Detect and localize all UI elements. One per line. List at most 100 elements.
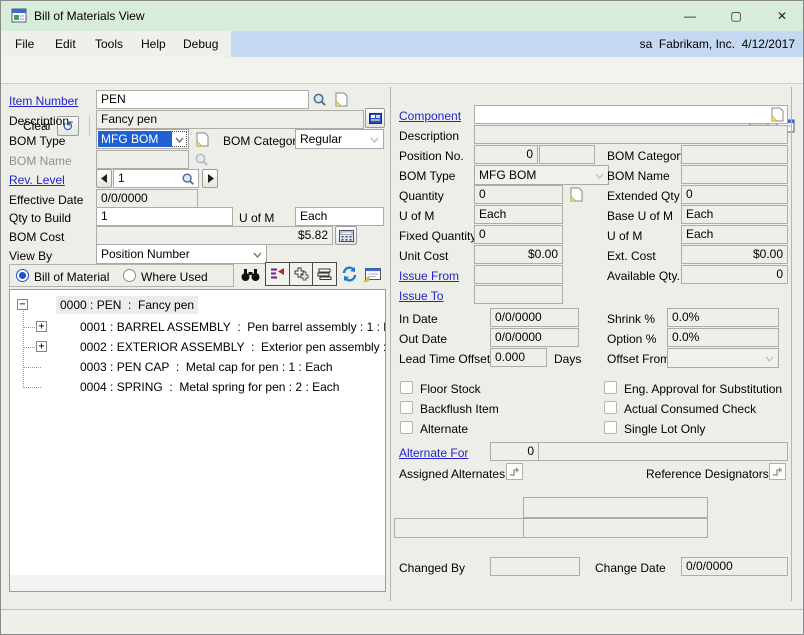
rev-level-lookup-button[interactable] [179,170,197,187]
actual-consumed-label[interactable]: Actual Consumed Check [624,401,756,417]
menu-help[interactable]: Help [135,31,172,57]
alternate-checkbox[interactable] [400,421,413,434]
expand-all-button[interactable] [290,263,314,285]
single-lot-only-label[interactable]: Single Lot Only [624,421,705,437]
option-field: 0.0% [667,328,779,347]
component-field[interactable] [474,105,788,124]
quantity-note-button[interactable] [566,185,586,204]
menu-tools[interactable]: Tools [89,31,129,57]
uofm-field: Each [295,207,384,226]
description-label: Description [9,113,69,129]
collapse-all-button[interactable] [313,263,336,285]
bill-of-material-radio[interactable] [16,269,29,282]
actual-consumed-checkbox[interactable] [604,401,617,414]
menu-debug[interactable]: Debug [177,31,224,57]
arrow-right-icon [207,174,214,183]
goto-component-button[interactable] [266,263,290,285]
minimize-button[interactable]: — [667,1,713,30]
effective-date-field: 0/0/0000 [96,189,198,208]
item-number-link[interactable]: Item Number [9,93,78,109]
rev-level-next-button[interactable] [202,169,218,188]
uofm2-field: Each [681,225,788,244]
qty-to-build-field[interactable]: 1 [96,207,233,226]
tree-item-1[interactable]: 0001 : BARREL ASSEMBLY : Pen barrel asse… [80,318,386,336]
menu-bar: File Edit Tools Help Debug sa Fabrikam, … [1,31,803,58]
menu-edit[interactable]: Edit [49,31,82,57]
alternate-label[interactable]: Alternate [420,421,468,437]
close-button[interactable]: ✕ [759,1,804,30]
issue-to-link[interactable]: Issue To [399,288,443,304]
rev-level-prev-button[interactable] [96,169,112,188]
single-lot-only-checkbox[interactable] [604,421,617,434]
component-bom-category-label: BOM Category [607,148,686,164]
tree-note-button[interactable] [361,264,383,284]
ext-cost-field: $0.00 [681,245,788,264]
maximize-button[interactable]: ▢ [713,1,759,30]
eng-approval-checkbox[interactable] [604,381,617,394]
tree-item-root[interactable]: 0000 : PEN : Fancy pen [56,296,198,314]
bill-of-material-radio-label[interactable]: Bill of Material [34,269,109,285]
item-number-field[interactable]: PEN [96,90,309,109]
item-number-lookup-button[interactable] [309,90,330,109]
issue-from-link[interactable]: Issue From [399,268,459,284]
effective-date-label: Effective Date [9,192,83,208]
view-by-value: Position Number [101,247,190,261]
backflush-item-checkbox[interactable] [400,401,413,414]
where-used-radio-label[interactable]: Where Used [141,269,208,285]
description-expansion-button[interactable] [365,108,385,128]
bom-type-dropdown[interactable]: MFG BOM [96,129,189,149]
chevron-down-icon [253,252,262,258]
menu-file[interactable]: File [9,31,40,57]
tree-connector [23,387,41,389]
base-uofm-field: Each [681,205,788,224]
tree-expander-1[interactable]: + [36,321,47,332]
tree-item-2[interactable]: 0002 : EXTERIOR ASSEMBLY : Exterior pen … [80,338,386,356]
tree-item-4[interactable]: 0004 : SPRING : Metal spring for pen : 2… [80,378,339,396]
floor-stock-checkbox[interactable] [400,381,413,394]
refresh-button[interactable] [339,264,359,284]
window-zoom-icon [369,113,382,124]
extended-qty-label: Extended Qty [607,188,680,204]
changed-by-label: Changed By [399,560,465,576]
component-note-button[interactable] [767,105,787,124]
tree-expander-2[interactable]: + [36,341,47,352]
lead-time-offset-field: 0.000 [490,348,547,367]
shrink-field: 0.0% [667,308,779,327]
eng-approval-label[interactable]: Eng. Approval for Substitution [624,381,782,397]
view-by-dropdown[interactable]: Position Number [96,244,267,264]
floor-stock-label[interactable]: Floor Stock [420,381,481,397]
bottom-bar: by Item Number ? [1,609,803,635]
minimize-icon: — [684,9,696,23]
assigned-alternates-expansion-button[interactable] [506,463,523,480]
alternate-for-item-field [538,442,788,461]
reference-designators-expansion-button[interactable] [769,463,786,480]
component-description-field [474,125,788,144]
component-bom-type-value: MFG BOM [479,168,536,182]
bom-category-dropdown: Regular [295,129,384,149]
tree-item-3[interactable]: 0003 : PEN CAP : Metal cap for pen : 1 :… [80,358,333,376]
bom-name-field [96,150,189,169]
component-bom-type-dropdown: MFG BOM [474,165,609,185]
tree-expander-root[interactable]: − [17,299,28,310]
bom-cost-calculator-button[interactable] [335,226,357,245]
maximize-icon: ▢ [730,9,741,23]
pane-divider-right [791,87,792,601]
where-used-radio[interactable] [123,269,136,282]
rev-level-link[interactable]: Rev. Level [9,172,65,188]
find-button[interactable] [238,263,263,286]
magnifier-icon [312,92,327,107]
component-link[interactable]: Component [399,108,461,124]
toolbar-separator [89,116,90,136]
bom-tree[interactable]: − 0000 : PEN : Fancy pen + 0001 : BARREL… [9,289,386,592]
backflush-item-label[interactable]: Backflush Item [420,401,499,417]
magnifier-icon [194,152,209,167]
item-number-note-button[interactable] [331,90,352,109]
detail-box-bottom-left [394,518,524,538]
bom-type-note-button[interactable] [192,129,212,149]
ext-cost-label: Ext. Cost [607,248,656,264]
tree-horizontal-scrollbar[interactable] [10,575,385,591]
shrink-label: Shrink % [607,311,655,327]
reference-designators-label: Reference Designators [646,466,769,482]
alternate-for-link[interactable]: Alternate For [399,445,468,461]
change-date-field: 0/0/0000 [681,557,788,576]
